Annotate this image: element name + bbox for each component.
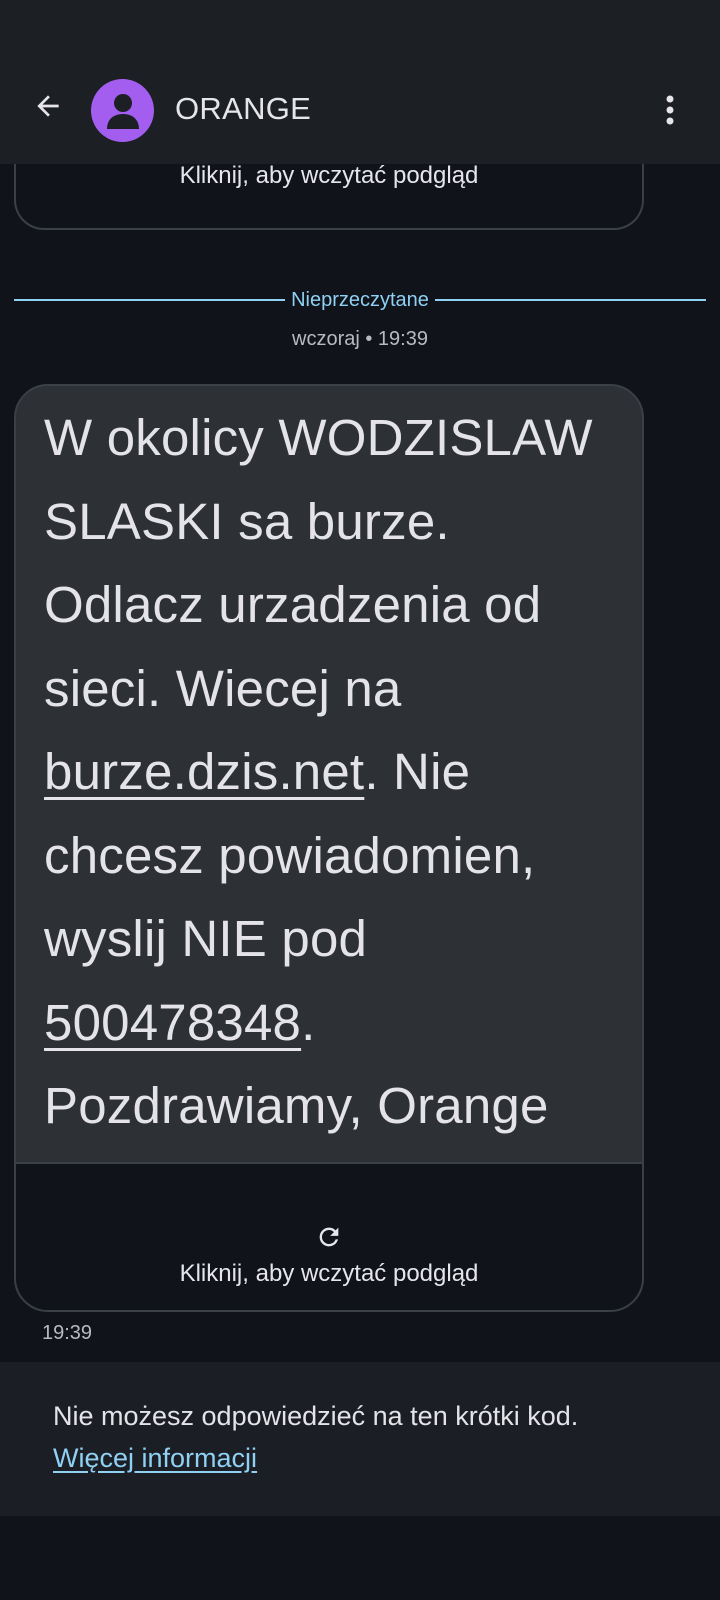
arrow-back-icon	[37, 95, 59, 117]
back-button[interactable]	[26, 84, 70, 128]
date-label: wczoraj • 19:39	[292, 328, 428, 350]
avatar[interactable]	[91, 79, 154, 142]
conversation-screen: Kliknij, aby wczytać podgląd ORANGE Niep…	[0, 0, 720, 1600]
message-line: wyslij NIE pod	[44, 910, 368, 967]
message-line: burze.dzis.net. Nie	[44, 730, 634, 814]
message-line: W okolicy WODZISLAW	[44, 409, 593, 466]
message-text: W okolicy WODZISLAW SLASKI sa burze. Odl…	[44, 396, 634, 1148]
message-line: Odlacz urzadzenia od	[44, 576, 542, 633]
message-bubble[interactable]: W okolicy WODZISLAW SLASKI sa burze. Odl…	[14, 384, 644, 1312]
message-line-rest: .	[301, 993, 316, 1051]
divider-line-right	[434, 299, 706, 301]
message-line: sieci. Wiecej na	[44, 659, 402, 717]
message-line: chcesz powiadomien,	[44, 826, 536, 884]
message-timestamp: 19:39	[42, 1322, 93, 1344]
person-icon	[106, 93, 139, 129]
reply-unavailable-panel: Nie możesz odpowiedzieć na ten krótki ko…	[0, 1362, 720, 1516]
more-vert-icon	[666, 95, 674, 125]
more-info-link[interactable]: Więcej informacji	[53, 1440, 257, 1476]
more-options-button[interactable]	[648, 88, 692, 132]
preview-load-label: Kliknij, aby wczytać podgląd	[179, 162, 479, 189]
divider-line-left	[14, 299, 286, 301]
link-preview-card[interactable]: Kliknij, aby wczytać podgląd	[16, 1162, 642, 1310]
message-line: 500478348.	[44, 981, 634, 1065]
message-line-rest: . Nie	[364, 743, 471, 800]
unread-label: Nieprzeczytane	[291, 288, 429, 311]
unread-divider: Nieprzeczytane	[14, 286, 706, 314]
url-link[interactable]: burze.dzis.net	[44, 743, 364, 800]
message-line: Pozdrawiamy, Orange	[44, 1077, 549, 1134]
refresh-icon	[314, 1222, 344, 1252]
contact-name[interactable]: ORANGE	[175, 89, 311, 129]
phone-number-link[interactable]: 500478348	[44, 994, 301, 1051]
app-bar: ORANGE	[0, 0, 720, 164]
preview-load-label: Kliknij, aby wczytać podgląd	[179, 1260, 479, 1287]
message-line: SLASKI sa burze.	[44, 492, 450, 550]
reply-unavailable-text: Nie możesz odpowiedzieć na ten krótki ko…	[53, 1401, 579, 1431]
